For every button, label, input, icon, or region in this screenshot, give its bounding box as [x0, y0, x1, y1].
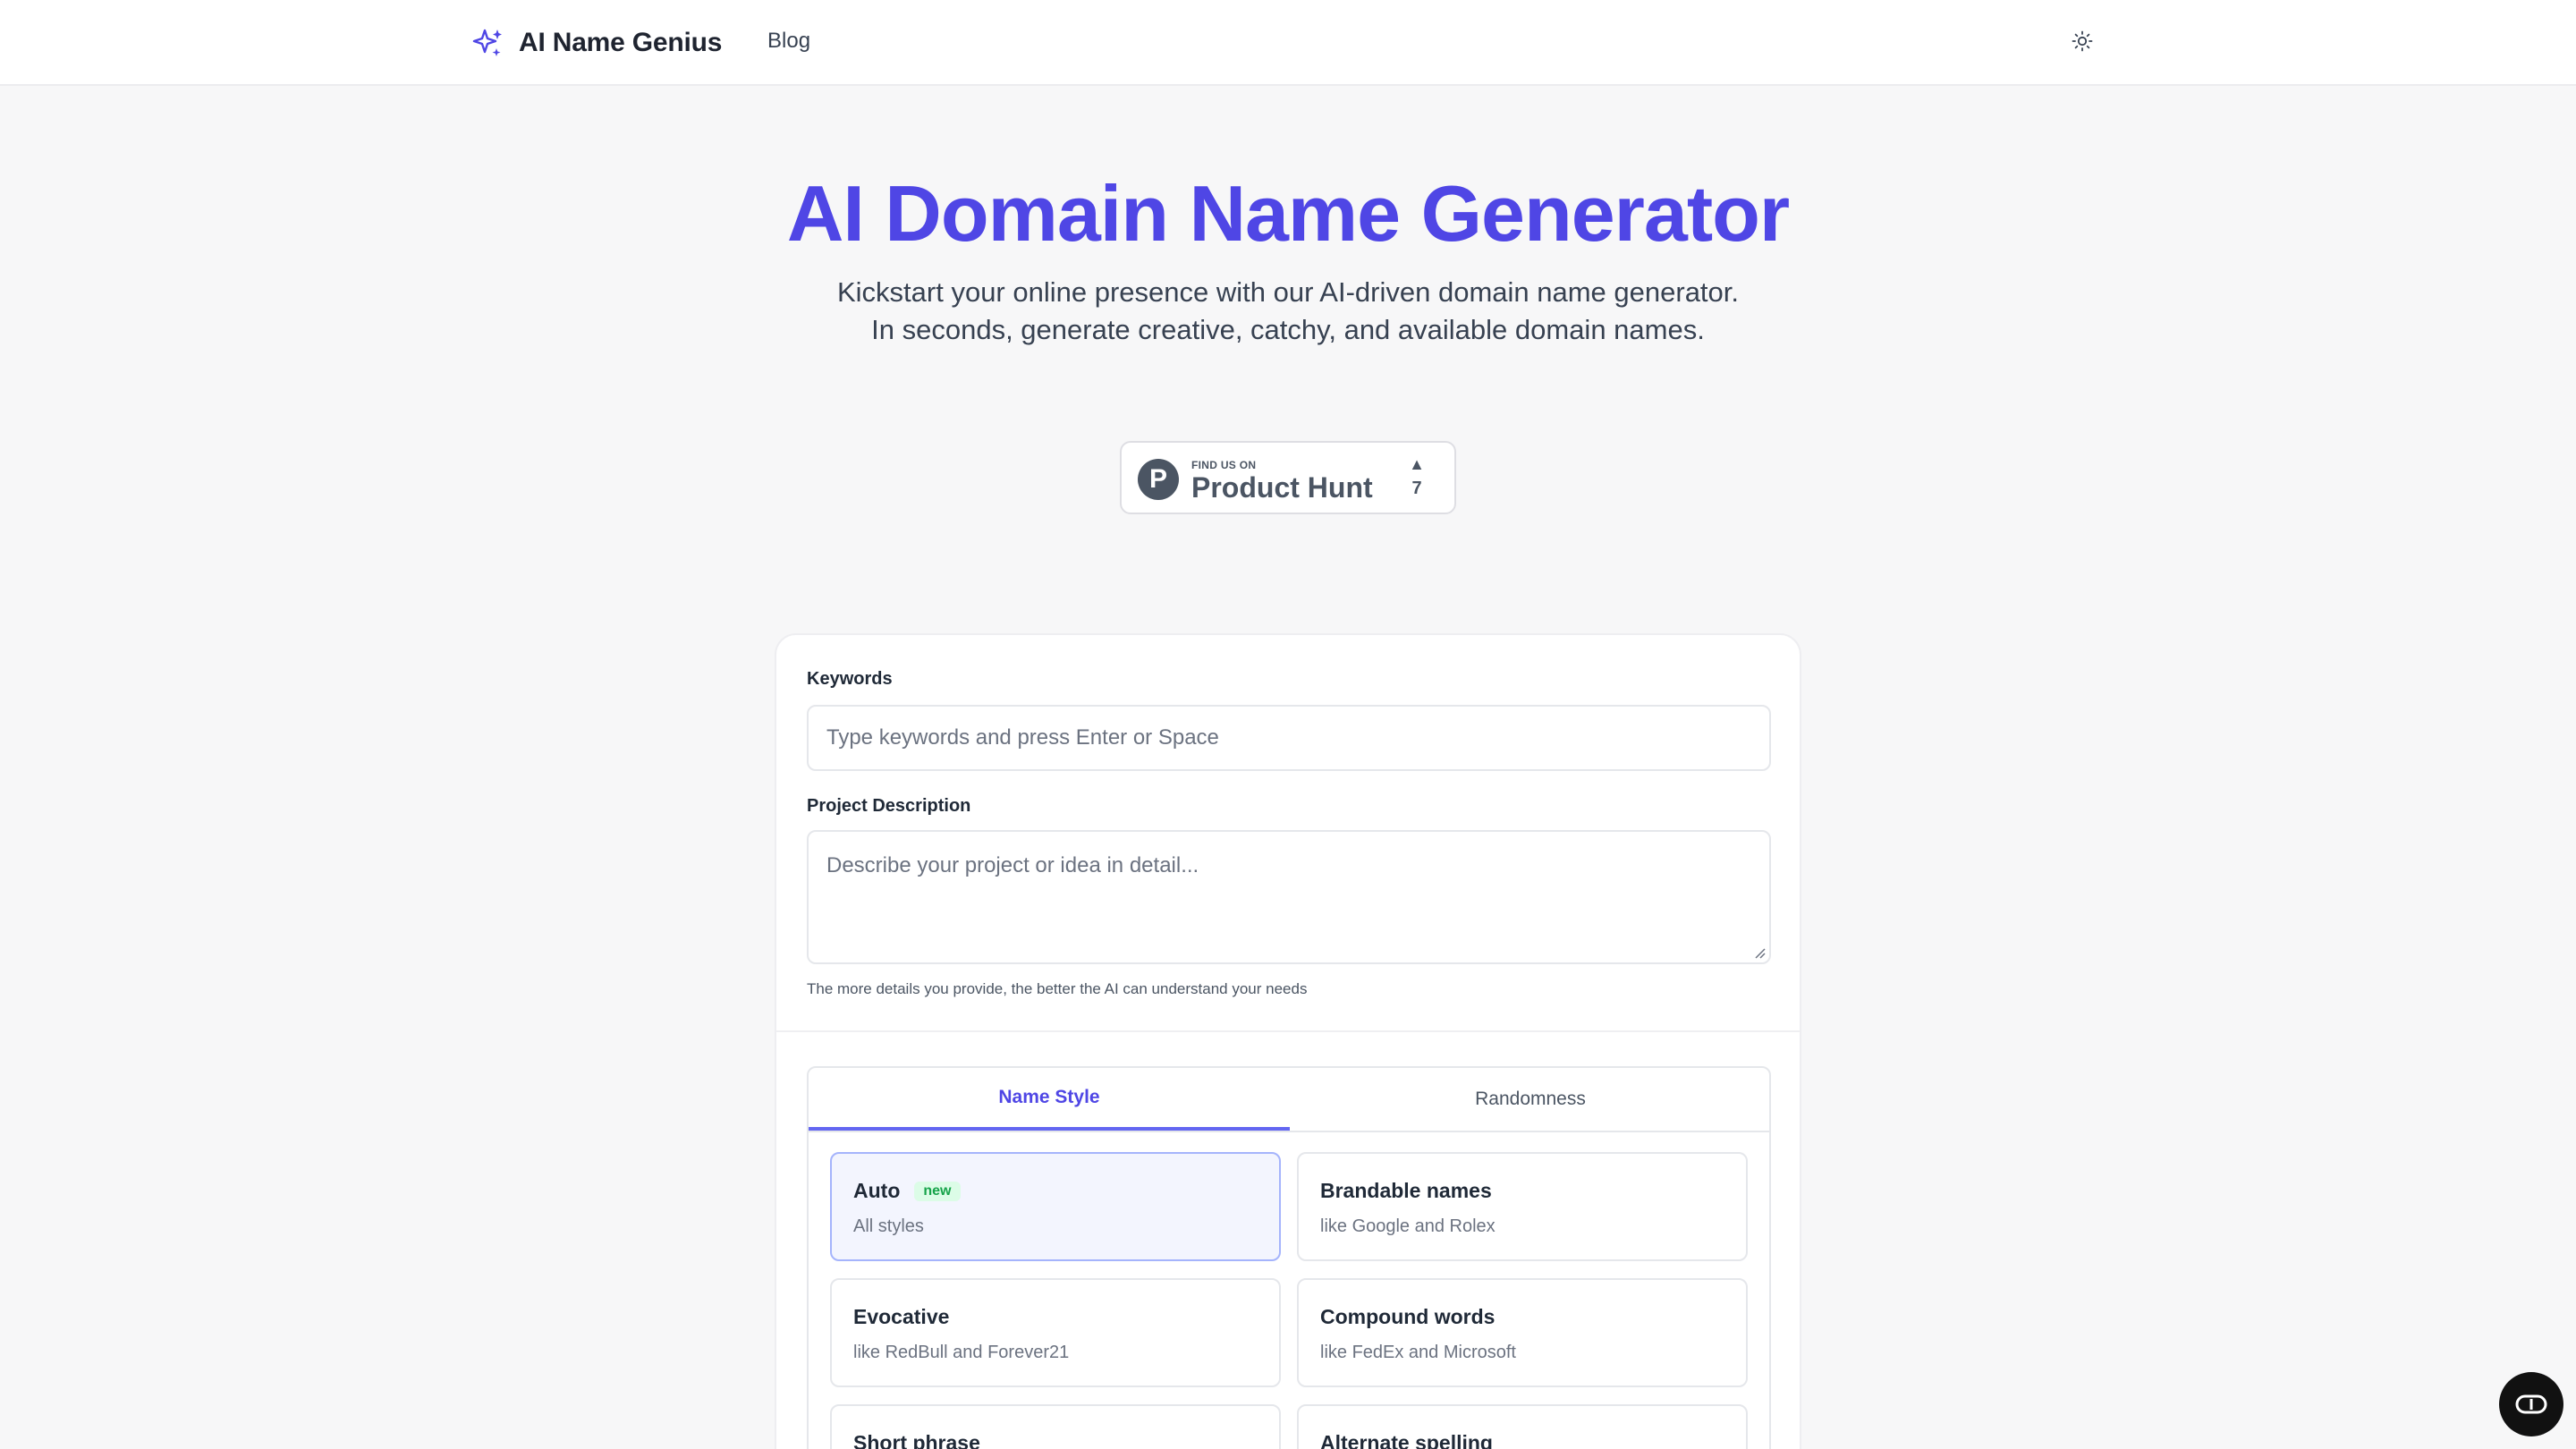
style-option-short-phrase[interactable]: Short phrase	[830, 1404, 1281, 1449]
style-option-subtitle: like FedEx and Microsoft	[1320, 1343, 1516, 1362]
style-option-subtitle: like Google and Rolex	[1320, 1216, 1496, 1236]
description-label: Project Description	[807, 796, 971, 816]
generator-form-card: Keywords Type keywords and press Enter o…	[775, 633, 1801, 1449]
style-option-subtitle: All styles	[853, 1216, 924, 1236]
product-hunt-badge[interactable]: P FIND US ON Product Hunt ▲ 7	[1120, 441, 1456, 514]
section-divider	[776, 1030, 1800, 1032]
page-title: AI Domain Name Generator	[786, 169, 1790, 258]
chat-bubble-icon	[2515, 1394, 2547, 1414]
description-textarea[interactable]: Describe your project or idea in detail.…	[807, 830, 1771, 964]
description-hint: The more details you provide, the better…	[807, 980, 1308, 997]
keywords-input[interactable]: Type keywords and press Enter or Space	[807, 705, 1771, 771]
style-option-title: Auto new	[853, 1179, 961, 1203]
product-hunt-logo-icon: P	[1138, 459, 1179, 500]
product-hunt-small-text: FIND US ON	[1191, 459, 1257, 471]
style-option-title-text: Auto	[853, 1179, 901, 1202]
tab-randomness[interactable]: Randomness	[1290, 1068, 1771, 1131]
style-option-title: Short phrase	[853, 1431, 980, 1449]
top-nav: AI Name Genius Blog	[0, 0, 2576, 86]
tabs-divider	[809, 1131, 1769, 1132]
style-option-compound[interactable]: Compound words like FedEx and Microsoft	[1297, 1278, 1748, 1387]
description-placeholder: Describe your project or idea in detail.…	[826, 853, 1199, 877]
brand-link[interactable]: AI Name Genius	[472, 25, 722, 61]
brand-name: AI Name Genius	[519, 28, 723, 57]
nav-blog-link[interactable]: Blog	[767, 29, 810, 54]
keywords-placeholder: Type keywords and press Enter or Space	[826, 725, 1219, 750]
resize-handle-icon[interactable]	[1753, 946, 1766, 959]
product-hunt-name: Product Hunt	[1191, 471, 1373, 504]
page-subtitle: Kickstart your online presence with our …	[836, 276, 1740, 345]
upvote-arrow-icon: ▲	[1409, 455, 1425, 473]
style-option-title: Alternate spelling	[1320, 1431, 1493, 1449]
style-option-title: Brandable names	[1320, 1179, 1492, 1202]
style-option-auto[interactable]: Auto new All styles	[830, 1152, 1281, 1261]
theme-toggle-button[interactable]	[2068, 27, 2097, 55]
style-option-subtitle: like RedBull and Forever21	[853, 1343, 1070, 1362]
style-option-alternate-spelling[interactable]: Alternate spelling	[1297, 1404, 1748, 1449]
new-badge: new	[914, 1181, 961, 1201]
sun-icon	[2072, 30, 2093, 52]
style-option-brandable[interactable]: Brandable names like Google and Rolex	[1297, 1152, 1748, 1261]
style-option-title: Evocative	[853, 1305, 950, 1328]
keywords-label: Keywords	[807, 669, 893, 689]
options-tabs: Name Style Randomness Auto new All style…	[807, 1066, 1771, 1449]
tab-name-style[interactable]: Name Style	[809, 1068, 1290, 1131]
chat-widget-button[interactable]	[2499, 1372, 2563, 1436]
style-option-title: Compound words	[1320, 1305, 1496, 1328]
style-option-evocative[interactable]: Evocative like RedBull and Forever21	[830, 1278, 1281, 1387]
upvote-count: 7	[1411, 479, 1422, 498]
sparkles-icon	[472, 29, 502, 56]
